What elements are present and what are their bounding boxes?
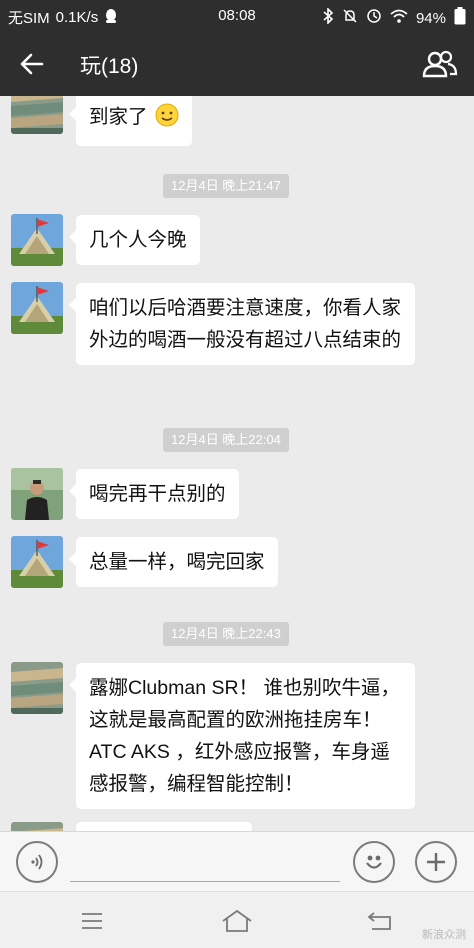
menu-icon (82, 913, 102, 929)
emoji-button[interactable] (353, 841, 395, 883)
emoji-icon (366, 855, 382, 869)
menu-button[interactable] (72, 906, 112, 936)
wifi-icon (390, 9, 408, 27)
nav-back-button[interactable] (360, 906, 400, 936)
avatar[interactable] (11, 214, 63, 266)
avatar[interactable] (11, 96, 63, 134)
group-members-icon (422, 50, 458, 78)
nav-bar: 新浪众测 (0, 891, 474, 948)
chat-title: 玩(18) (80, 55, 139, 78)
avatar[interactable] (11, 822, 63, 831)
avatar-rock-wall-icon (11, 662, 63, 714)
plus-icon (427, 853, 445, 871)
status-right: 94% (322, 7, 466, 29)
avatar-flag-pyramid-icon (11, 214, 63, 266)
home-icon (222, 909, 252, 932)
avatar[interactable] (11, 468, 63, 520)
battery-icon (454, 7, 466, 29)
message-text: 喝完再干点别的 (89, 483, 226, 505)
message-input[interactable] (70, 842, 340, 882)
input-bar (0, 831, 474, 891)
group-members-button[interactable] (420, 46, 460, 82)
message-bubble-partial[interactable] (76, 822, 252, 831)
timestamp: 12月4日 晚上22:04 (163, 428, 289, 452)
avatar-flag-pyramid-icon (11, 282, 63, 334)
timestamp: 12月4日 晚上21:47 (163, 174, 289, 198)
message-bubble[interactable]: 咱们以后哈酒要注意速度，你看人家外边的喝酒一般没有超过八点结束的 (69, 283, 415, 365)
status-bar: 无SIM 0.1K/s 08:08 94% (0, 0, 474, 32)
message-bubble[interactable]: 露娜Clubman SR！ 谁也别吹牛逼，这就是最高配置的欧洲拖挂房车！ATC … (69, 663, 415, 809)
smile-emoji-icon (155, 103, 179, 137)
avatar[interactable] (11, 282, 63, 334)
clock-icon (366, 8, 382, 28)
message-text: 咱们以后哈酒要注意速度，你看人家外边的喝酒一般没有超过八点结束的 (89, 297, 402, 351)
message-bubble[interactable]: 喝完再干点别的 (69, 469, 239, 519)
avatar-rock-wall-icon (11, 822, 63, 831)
message-text: 露娜Clubman SR！ 谁也别吹牛逼，这就是最高配置的欧洲拖挂房车！ATC … (89, 677, 400, 795)
chat-area[interactable]: 到家了 12月4日 晚上21:47 几个人今晚 咱们以后哈酒要注意速度，你看人家… (0, 96, 474, 831)
avatar-person-icon (11, 468, 63, 520)
home-button[interactable] (217, 906, 257, 936)
message-text: 几个人今晚 (89, 229, 187, 251)
message-text: 总量一样，喝完回家 (89, 551, 265, 573)
avatar-flag-pyramid-icon (11, 536, 63, 588)
avatar[interactable] (11, 662, 63, 714)
voice-icon (31, 854, 43, 870)
title-bar: 玩(18) (0, 32, 474, 96)
avatar[interactable] (11, 536, 63, 588)
back-arrow-icon (20, 53, 44, 75)
bluetooth-icon (322, 7, 334, 28)
battery-level: 94% (415, 9, 446, 27)
message-bubble[interactable]: 到家了 (69, 96, 192, 146)
watermark: 新浪众测 (422, 929, 466, 941)
message-bubble[interactable]: 几个人今晚 (69, 215, 200, 265)
more-button[interactable] (415, 841, 457, 883)
message-text: 到家了 (89, 106, 148, 128)
avatar-rock-wall-icon (11, 96, 63, 134)
timestamp: 12月4日 晚上22:43 (163, 622, 289, 646)
nav-back-icon (367, 912, 391, 930)
message-bubble[interactable]: 总量一样，喝完回家 (69, 537, 278, 587)
back-button[interactable] (14, 46, 50, 82)
mute-alarm-icon (342, 8, 358, 28)
voice-button[interactable] (16, 841, 58, 883)
